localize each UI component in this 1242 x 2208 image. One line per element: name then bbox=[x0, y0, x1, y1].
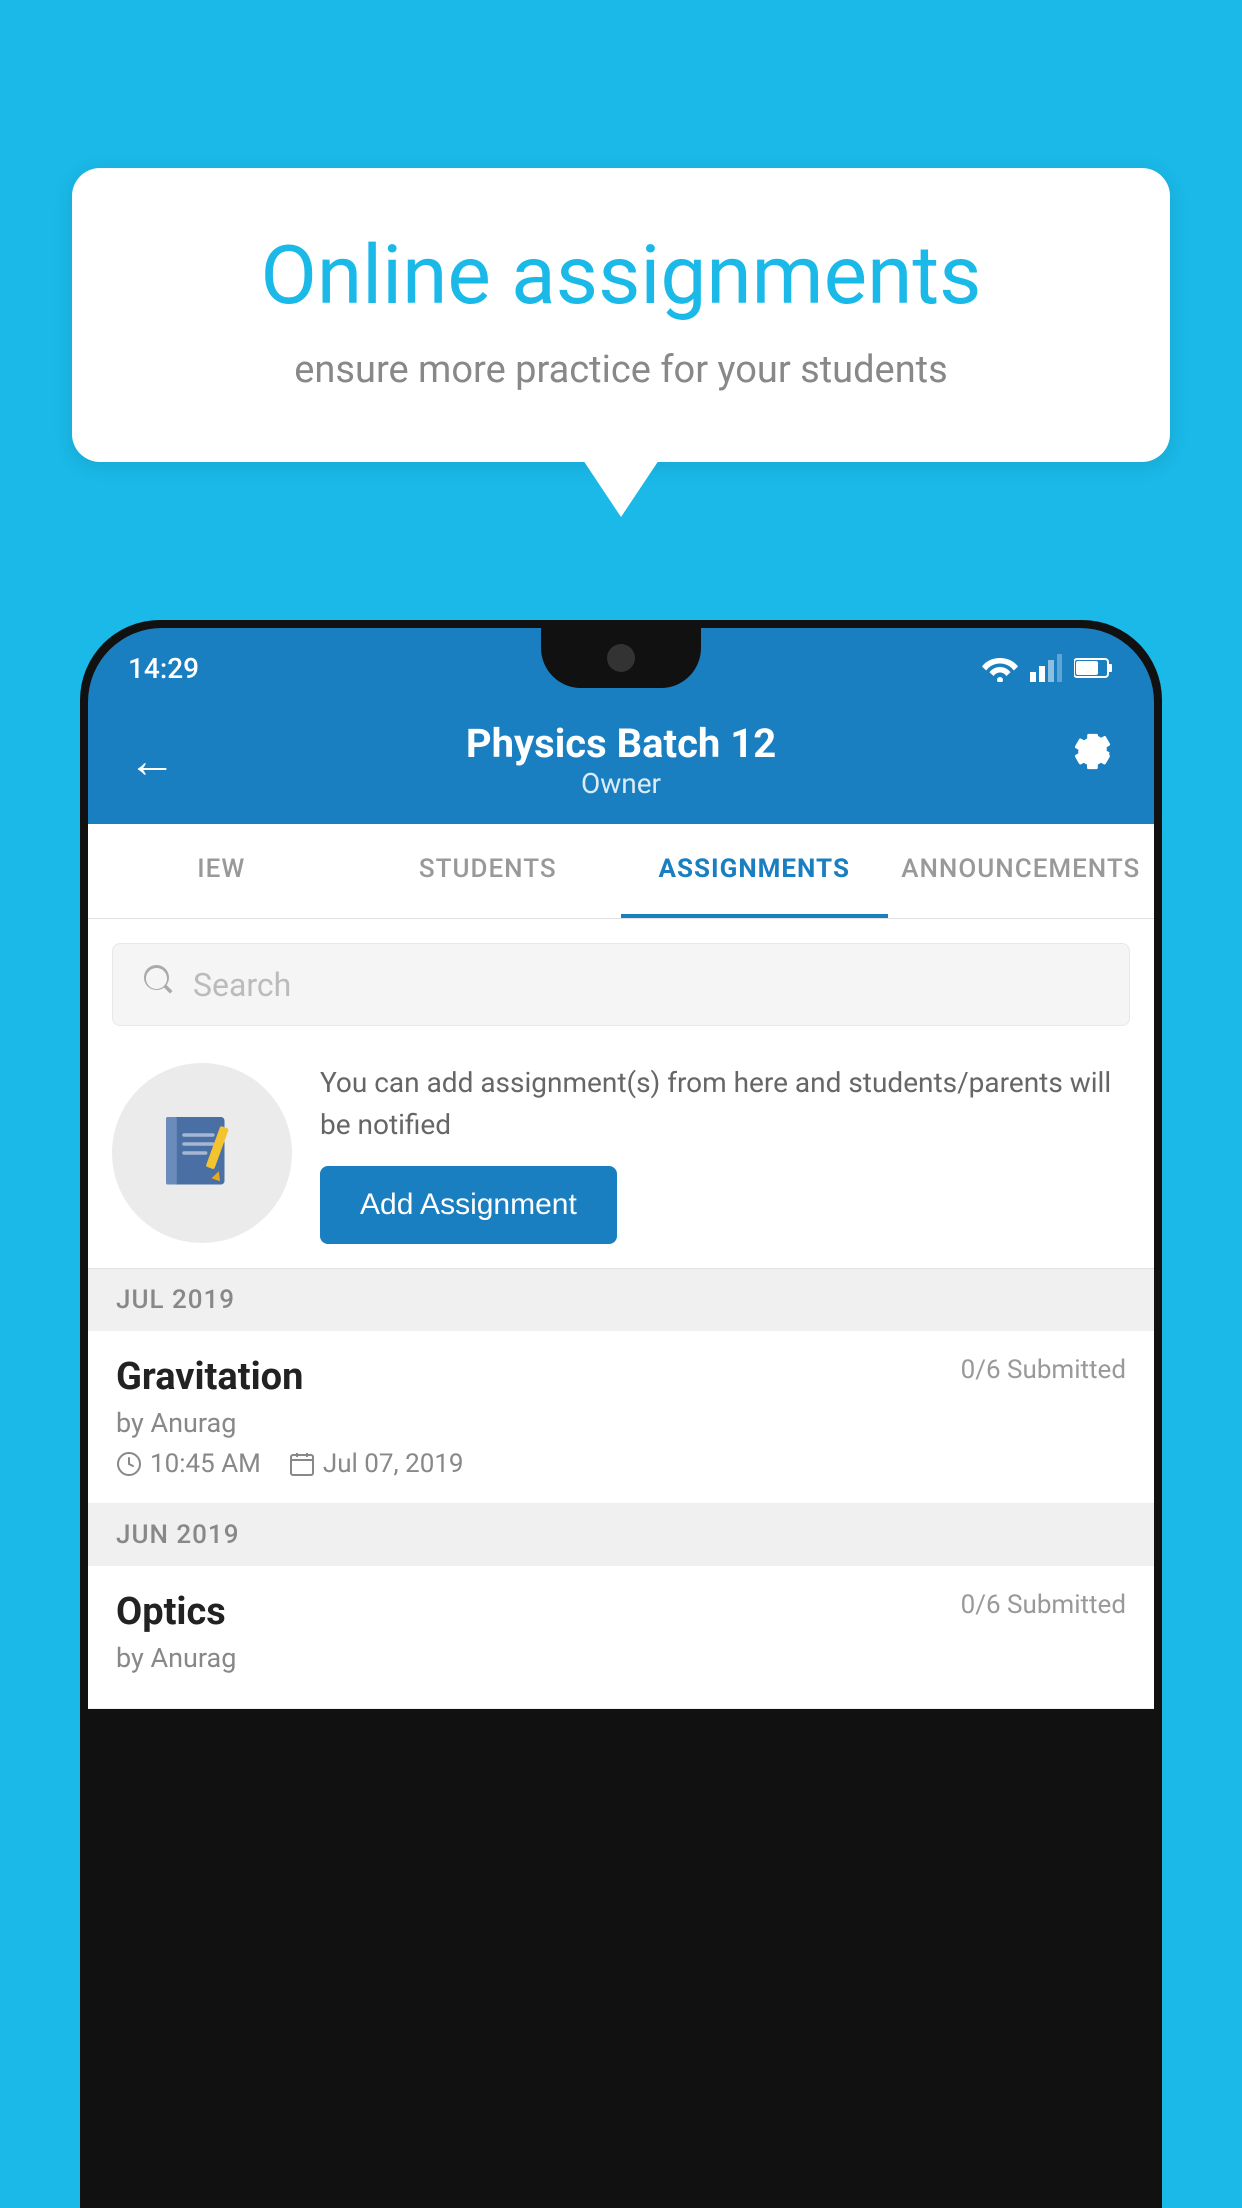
section-jun-2019: JUN 2019 Optics 0/6 Submitted by Anurag bbox=[88, 1504, 1154, 1709]
tab-assignments[interactable]: ASSIGNMENTS bbox=[621, 824, 888, 918]
search-icon bbox=[141, 962, 177, 1007]
bubble-subtitle: ensure more practice for your students bbox=[152, 348, 1090, 392]
bubble-title: Online assignments bbox=[152, 228, 1090, 324]
battery-icon bbox=[1074, 657, 1114, 679]
assignment-submitted-gravitation: 0/6 Submitted bbox=[961, 1355, 1126, 1385]
search-placeholder: Search bbox=[193, 966, 291, 1004]
assignment-author-optics: by Anurag bbox=[116, 1642, 1126, 1674]
section-jul-2019: JUL 2019 Gravitation 0/6 Submitted by An… bbox=[88, 1269, 1154, 1504]
search-container: Search bbox=[88, 919, 1154, 1042]
section-header-jul: JUL 2019 bbox=[88, 1269, 1154, 1331]
tab-students[interactable]: STUDENTS bbox=[355, 824, 622, 918]
assignment-icon-circle bbox=[112, 1063, 292, 1243]
assignment-row-top: Gravitation 0/6 Submitted bbox=[116, 1355, 1126, 1399]
camera-dot bbox=[607, 644, 635, 672]
assignment-time-gravitation: 10:45 AM bbox=[116, 1449, 261, 1479]
assignment-item-optics[interactable]: Optics 0/6 Submitted by Anurag bbox=[88, 1566, 1154, 1709]
app-header: ← Physics Batch 12 Owner bbox=[88, 700, 1154, 824]
speech-bubble-container: Online assignments ensure more practice … bbox=[72, 168, 1170, 462]
speech-bubble: Online assignments ensure more practice … bbox=[72, 168, 1170, 462]
wifi-icon bbox=[982, 654, 1018, 682]
section-label-jul: JUL 2019 bbox=[116, 1285, 235, 1315]
section-header-jun: JUN 2019 bbox=[88, 1504, 1154, 1566]
assignment-desc: You can add assignment(s) from here and … bbox=[320, 1062, 1130, 1146]
tabs-bar: IEW STUDENTS ASSIGNMENTS ANNOUNCEMENTS bbox=[88, 824, 1154, 919]
assignment-name-gravitation: Gravitation bbox=[116, 1355, 303, 1399]
notch bbox=[541, 628, 701, 688]
screen-content: Search bbox=[88, 919, 1154, 1709]
section-label-jun: JUN 2019 bbox=[116, 1520, 239, 1550]
status-time: 14:29 bbox=[128, 652, 199, 685]
back-button[interactable]: ← bbox=[128, 732, 176, 789]
calendar-icon bbox=[289, 1451, 315, 1477]
tab-iew[interactable]: IEW bbox=[88, 824, 355, 918]
phone-inner: 14:29 bbox=[88, 628, 1154, 2208]
assignment-meta-gravitation: 10:45 AM Jul 07, 2019 bbox=[116, 1449, 1126, 1479]
add-assignment-button[interactable]: Add Assignment bbox=[320, 1166, 617, 1244]
assignment-item-gravitation[interactable]: Gravitation 0/6 Submitted by Anurag 10:4… bbox=[88, 1331, 1154, 1504]
status-icons bbox=[982, 654, 1114, 682]
assignment-author-gravitation: by Anurag bbox=[116, 1407, 1126, 1439]
settings-button[interactable] bbox=[1066, 731, 1114, 790]
assignment-info: You can add assignment(s) from here and … bbox=[320, 1062, 1130, 1244]
header-title-group: Physics Batch 12 Owner bbox=[466, 720, 776, 800]
notebook-icon bbox=[157, 1108, 247, 1198]
add-assignment-section: You can add assignment(s) from here and … bbox=[88, 1042, 1154, 1269]
header-title: Physics Batch 12 bbox=[466, 720, 776, 767]
phone-frame: 14:29 bbox=[80, 620, 1162, 2208]
tab-announcements[interactable]: ANNOUNCEMENTS bbox=[888, 824, 1155, 918]
search-bar[interactable]: Search bbox=[112, 943, 1130, 1026]
gear-icon bbox=[1066, 731, 1114, 779]
assignment-row-top-optics: Optics 0/6 Submitted bbox=[116, 1590, 1126, 1634]
assignment-submitted-optics: 0/6 Submitted bbox=[961, 1590, 1126, 1620]
assignment-date-gravitation: Jul 07, 2019 bbox=[289, 1449, 464, 1479]
background: Online assignments ensure more practice … bbox=[0, 0, 1242, 2208]
signal-icon bbox=[1030, 654, 1062, 682]
assignment-name-optics: Optics bbox=[116, 1590, 226, 1634]
header-subtitle: Owner bbox=[466, 767, 776, 800]
clock-icon bbox=[116, 1451, 142, 1477]
